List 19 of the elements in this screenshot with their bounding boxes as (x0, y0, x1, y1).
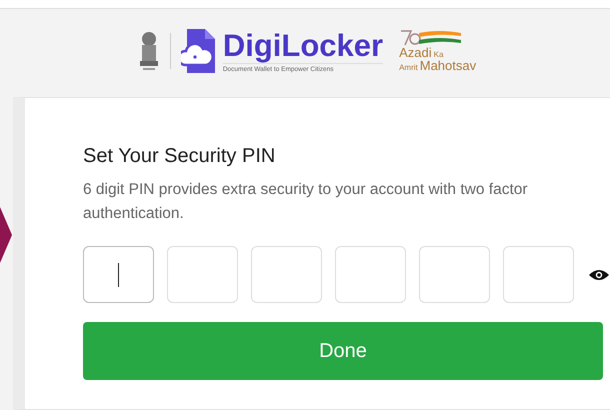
pin-digit-field[interactable] (503, 246, 574, 303)
emblem-icon (138, 31, 160, 71)
pin-digit-field[interactable] (251, 246, 322, 303)
pin-digit-field[interactable] (419, 246, 490, 303)
brand-name: DigiLocker (222, 29, 384, 63)
campaign-word: Amrit (399, 64, 418, 72)
pin-digit-field[interactable] (335, 246, 406, 303)
chevron-marker-icon (0, 207, 12, 263)
campaign-word: Ka (434, 51, 444, 59)
done-button[interactable]: Done (83, 322, 603, 380)
pin-digit-field[interactable] (167, 246, 238, 303)
cloud-document-icon (180, 29, 215, 73)
eye-icon[interactable] (589, 268, 609, 280)
pin-digit-field[interactable] (83, 246, 154, 303)
flag-seventy-five-icon (399, 30, 464, 46)
card-title: Set Your Security PIN (83, 145, 276, 168)
campaign-word: Mahotsav (420, 59, 476, 72)
card-description: 6 digit PIN provides extra security to your account with two factor authentication. (83, 180, 529, 224)
campaign-word: Azadi (399, 46, 432, 59)
